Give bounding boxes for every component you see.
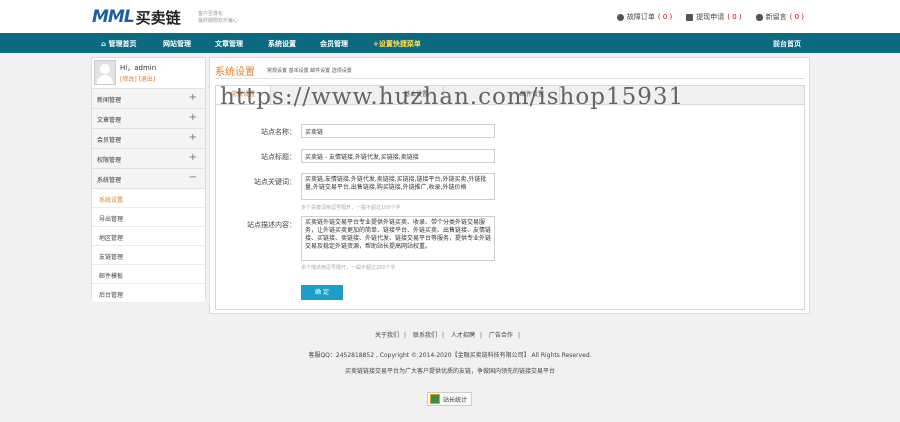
nav-home[interactable]: ⌂ 管理首页 <box>101 39 136 49</box>
sidebar-item-settings[interactable]: 系统设置 <box>92 189 205 208</box>
logo[interactable]: MML 买卖链 <box>92 7 181 27</box>
plus-icon: + <box>188 152 197 163</box>
nav-frontend[interactable]: 前台首页 <box>773 39 801 49</box>
logo-name: 买卖链 <box>135 8 181 27</box>
plus-icon: + <box>188 112 197 123</box>
card-icon <box>686 13 694 21</box>
new-messages-link[interactable]: 新留言 ( 0 ) <box>755 12 804 22</box>
main-nav: ⌂ 管理首页 网站管理 文章管理 系统设置 会员管理 +设置快捷菜单 前台首页 <box>0 33 900 53</box>
keywords-textarea[interactable]: 买卖链,友情链接,外链代发,卖链接,买链接,链接平台,外链买卖,外链批量,外链交… <box>301 173 495 200</box>
user-links[interactable]: [修改] [退出] <box>120 74 155 83</box>
nav-shortcut[interactable]: +设置快捷菜单 <box>373 39 421 49</box>
plus-icon: + <box>188 132 197 143</box>
footer-link-about[interactable]: 关于我们 <box>375 332 399 339</box>
footer-tagline: 买卖链链接交易平台为广大客户提供优质的友链，争做国内领先的链接交易平台 <box>344 368 555 375</box>
sidebar-group-articles[interactable]: 文章管理 + <box>92 109 205 129</box>
keywords-label: 站点关键词： <box>254 178 296 186</box>
top-header: MML 买卖链 客户至尊化 最终期限欢乐每心 故障订单 ( 0 ) 提现申请 (… <box>0 0 900 33</box>
site-name-input[interactable] <box>301 124 495 138</box>
footer-separator: | <box>517 332 520 339</box>
sidebar-group-permissions[interactable]: 权限管理 + <box>92 149 205 169</box>
footer-links: 关于我们 | 联系我们 | 人才招聘 | 广告合作 | <box>0 330 900 339</box>
divider <box>215 78 805 79</box>
withdraw-requests-count: ( 0 ) <box>727 13 742 21</box>
sidebar-group-label: 会员管理 <box>97 137 122 144</box>
footer-link-jobs[interactable]: 人才招聘 <box>451 332 475 339</box>
withdraw-requests-link[interactable]: 提现申请 ( 0 ) <box>686 12 742 22</box>
description-textarea[interactable]: 买卖链外链交易平台专业提供外链买卖、收录、带个分类外链交易服务，让外链买卖更加的… <box>301 216 495 261</box>
sidebar: Hi，admin [修改] [退出] 新闻管理 + 文章管理 + 会员管理 + … <box>91 57 206 303</box>
submit-button[interactable]: 确 定 <box>301 285 343 300</box>
fault-orders-count: ( 0 ) <box>657 13 673 21</box>
sidebar-item-regions[interactable]: 地区管理 <box>92 227 205 246</box>
plus-icon: + <box>188 92 197 103</box>
description-label: 站点描述内容： <box>247 221 296 229</box>
sidebar-item-label: 导出管理 <box>99 216 124 223</box>
sidebar-group-label: 权限管理 <box>97 157 122 164</box>
watermark: https://www.huzhan.com/ishop15931 <box>220 84 685 110</box>
copyright: 客服QQ：2452818852 , Copyright © 2014-2020【… <box>308 352 592 359</box>
new-messages-label: 新留言 <box>765 13 787 21</box>
fault-orders-link[interactable]: 故障订单 ( 0 ) <box>616 12 673 22</box>
nav-system[interactable]: 系统设置 <box>268 39 296 49</box>
sidebar-item-label: 地区管理 <box>99 235 124 242</box>
sidebar-group-members[interactable]: 会员管理 + <box>92 129 205 149</box>
keywords-hint: 多个关键词用逗号隔开，一般不超过100个字 <box>301 205 401 211</box>
sidebar-group-label: 系统管理 <box>97 177 122 184</box>
sidebar-item-mail-templates[interactable]: 邮件模板 <box>92 265 205 284</box>
minus-icon: − <box>188 172 197 183</box>
footer-link-ads[interactable]: 广告合作 <box>489 332 513 339</box>
description-hint: 多个描述用逗号隔开，一般不超过200个字 <box>301 265 396 271</box>
header-links: 故障订单 ( 0 ) 提现申请 ( 0 ) 新留言 ( 0 ) <box>616 12 804 22</box>
page-title: 系统设置 <box>215 67 255 78</box>
user-box: Hi，admin [修改] [退出] <box>92 58 205 89</box>
sidebar-item-label: 邮件模板 <box>99 273 124 280</box>
stats-badge[interactable]: 站长统计 <box>427 392 473 406</box>
sidebar-item-admin[interactable]: 后台管理 <box>92 284 205 303</box>
breadcrumb[interactable]: 常规设置 基本设置 邮件设置 选项设置 <box>267 67 352 74</box>
nav-members[interactable]: 会员管理 <box>320 39 348 49</box>
username: Hi，admin <box>120 64 157 72</box>
sidebar-item-label: 系统设置 <box>99 197 124 204</box>
info-icon <box>616 13 624 21</box>
footer-separator: | <box>479 332 482 339</box>
sidebar-group-system[interactable]: 系统管理 − <box>92 169 205 189</box>
sidebar-item-label: 后台管理 <box>99 292 124 299</box>
site-title-label: 站点标题： <box>261 153 296 161</box>
sidebar-group-label: 文章管理 <box>97 117 122 124</box>
footer-separator: | <box>404 332 407 339</box>
logo-mark: MML <box>92 7 135 27</box>
site-title-input[interactable] <box>301 149 495 163</box>
new-messages-count: ( 0 ) <box>789 13 804 21</box>
sidebar-item-export[interactable]: 导出管理 <box>92 208 205 227</box>
chat-icon <box>755 13 763 21</box>
stats-icon <box>430 394 440 404</box>
sidebar-item-label: 友链管理 <box>99 254 124 261</box>
nav-site[interactable]: 网站管理 <box>163 39 191 49</box>
sidebar-group-news[interactable]: 新闻管理 + <box>92 89 205 109</box>
nav-articles[interactable]: 文章管理 <box>215 39 243 49</box>
stats-badge-label: 站长统计 <box>443 396 468 404</box>
sidebar-group-label: 新闻管理 <box>97 97 122 104</box>
slogan: 客户至尊化 最终期限欢乐每心 <box>198 11 239 24</box>
nav-home-label: 管理首页 <box>108 40 137 48</box>
settings-panel: 常规设置 基本设置 邮件设置 站点名称： 站点标题： 站点关键词： 买卖链,友情… <box>215 85 805 310</box>
fault-orders-label: 故障订单 <box>626 13 655 21</box>
site-name-label: 站点名称： <box>261 128 296 136</box>
footer-separator: | <box>442 332 445 339</box>
sidebar-item-links[interactable]: 友链管理 <box>92 246 205 265</box>
withdraw-requests-label: 提现申请 <box>696 13 725 21</box>
footer-link-contact[interactable]: 联系我们 <box>413 332 437 339</box>
avatar <box>94 60 116 85</box>
